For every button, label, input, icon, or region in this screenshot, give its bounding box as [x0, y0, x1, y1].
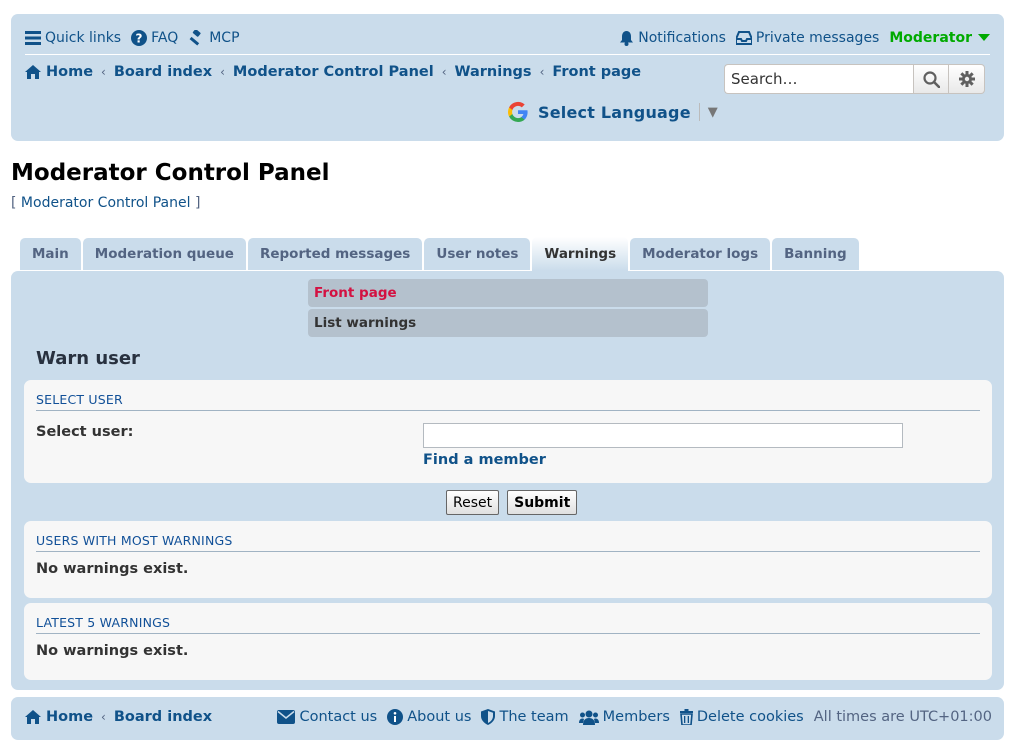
users-icon [578, 710, 599, 725]
breadcrumb-separator: ‹ [441, 65, 447, 79]
members-label: Members [602, 709, 670, 725]
form-buttons: Reset Submit [446, 490, 585, 515]
most-warnings-title: USERS WITH MOST WARNINGS [36, 533, 980, 552]
page-subtitle: [ Moderator Control Panel ] [11, 195, 200, 211]
header-divider [25, 54, 990, 55]
members-link[interactable]: Members [578, 709, 670, 725]
breadcrumb-front-page[interactable]: Front page [552, 64, 641, 80]
warnings-subnav: Front page List warnings [308, 279, 708, 339]
search-box [724, 64, 985, 94]
select-user-label: Select user: [36, 424, 134, 440]
bracket-close: ] [190, 195, 201, 211]
select-user-legend: SELECT USER [36, 392, 980, 411]
faq-label: FAQ [151, 30, 179, 46]
breadcrumb-separator: ‹ [101, 65, 106, 79]
hamburger-icon [25, 31, 41, 45]
mcp-link[interactable]: MCP [188, 30, 240, 46]
breadcrumb: Home ‹ Board index ‹ Moderator Control P… [25, 64, 641, 80]
gavel-icon [189, 30, 201, 46]
about-us-link[interactable]: About us [387, 709, 471, 725]
breadcrumb-separator: ‹ [220, 65, 225, 79]
reset-button[interactable]: Reset [446, 490, 500, 515]
warn-user-heading: Warn user [36, 348, 140, 369]
shield-icon [481, 709, 496, 725]
breadcrumb-separator: ‹ [101, 710, 106, 724]
search-button[interactable] [913, 64, 949, 94]
the-team-label: The team [499, 709, 569, 725]
svg-text:?: ? [136, 32, 143, 46]
timezone-info: All times are UTC+01:00 [813, 709, 992, 725]
info-circle-icon [387, 709, 404, 725]
footer-breadcrumb: Home ‹ Board index [25, 709, 212, 725]
select-user-fieldset: SELECT USER Select user: Find a member [24, 380, 992, 483]
breadcrumb-warnings[interactable]: Warnings [455, 64, 532, 80]
language-selector[interactable]: Select Language ▼ [506, 98, 718, 126]
bell-icon [620, 31, 634, 46]
search-icon [922, 70, 940, 88]
breadcrumb-home[interactable]: Home [46, 64, 93, 80]
tab-reported-messages[interactable]: Reported messages [247, 238, 423, 270]
advanced-search-button[interactable] [949, 64, 985, 94]
private-messages-label: Private messages [755, 30, 880, 46]
quick-links-menu[interactable]: Quick links [25, 30, 121, 46]
about-us-label: About us [407, 709, 472, 725]
delete-cookies-label: Delete cookies [696, 709, 804, 725]
quick-links-label: Quick links [45, 30, 122, 46]
inbox-icon [735, 31, 752, 45]
the-team-link[interactable]: The team [481, 709, 569, 725]
tab-user-notes[interactable]: User notes [424, 238, 531, 270]
contact-us-link[interactable]: Contact us [277, 709, 377, 725]
top-nav: Quick links ? FAQ MCP Notifications Priv… [25, 26, 990, 50]
bracket-open: [ [11, 195, 21, 211]
mcp-subtitle-link[interactable]: Moderator Control Panel [21, 195, 191, 211]
envelope-icon [277, 710, 296, 724]
breadcrumb-board-index[interactable]: Board index [114, 64, 212, 80]
contact-us-label: Contact us [299, 709, 378, 725]
submit-button[interactable]: Submit [507, 490, 578, 515]
search-input[interactable] [724, 64, 913, 94]
dropdown-arrow-icon: ▼ [707, 104, 718, 120]
breadcrumb-separator: ‹ [539, 65, 545, 79]
most-warnings-message: No warnings exist. [36, 561, 189, 577]
tab-banning[interactable]: Banning [772, 238, 859, 270]
mcp-label: MCP [209, 30, 240, 46]
subnav-front-page[interactable]: Front page [308, 279, 708, 307]
mcp-panel: Front page List warnings Warn user SELEC… [11, 271, 1004, 690]
latest-warnings-message: No warnings exist. [36, 643, 189, 659]
tab-warnings[interactable]: Warnings [532, 237, 629, 271]
footer-home-link[interactable]: Home [46, 709, 93, 725]
footer-bar: Home ‹ Board index Contact us About us T… [11, 697, 1004, 740]
username-label: Moderator [889, 30, 972, 46]
tab-main[interactable]: Main [20, 238, 81, 270]
caret-down-icon [978, 34, 990, 41]
home-icon [25, 65, 41, 79]
language-divider [698, 103, 700, 121]
page-title: Moderator Control Panel [11, 160, 330, 186]
google-g-icon [507, 101, 528, 123]
mcp-tabs: Main Moderation queue Reported messages … [20, 237, 861, 271]
language-label: Select Language [538, 102, 691, 122]
user-menu[interactable]: Moderator [889, 30, 990, 46]
home-icon [25, 710, 41, 724]
select-user-input[interactable] [423, 423, 903, 448]
delete-cookies-link[interactable]: Delete cookies [679, 709, 804, 725]
most-warnings-section: USERS WITH MOST WARNINGS No warnings exi… [24, 521, 992, 598]
header-bar: Quick links ? FAQ MCP Notifications Priv… [11, 14, 1004, 141]
faq-link[interactable]: ? FAQ [131, 30, 178, 46]
tab-moderation-queue[interactable]: Moderation queue [82, 238, 246, 270]
latest-warnings-section: LATEST 5 WARNINGS No warnings exist. [24, 603, 992, 680]
notifications-label: Notifications [638, 30, 726, 46]
footer-board-index-link[interactable]: Board index [114, 709, 212, 725]
breadcrumb-mcp[interactable]: Moderator Control Panel [233, 64, 434, 80]
subnav-list-warnings[interactable]: List warnings [308, 309, 708, 337]
private-messages-link[interactable]: Private messages [735, 30, 880, 46]
trash-icon [679, 709, 693, 725]
gear-icon [958, 71, 975, 87]
latest-warnings-title: LATEST 5 WARNINGS [36, 615, 980, 634]
tab-moderator-logs[interactable]: Moderator logs [630, 238, 771, 270]
question-circle-icon: ? [131, 30, 148, 46]
footer-links: Contact us About us The team Members Del… [267, 709, 992, 725]
notifications-link[interactable]: Notifications [619, 30, 726, 46]
find-member-link[interactable]: Find a member [423, 452, 546, 468]
